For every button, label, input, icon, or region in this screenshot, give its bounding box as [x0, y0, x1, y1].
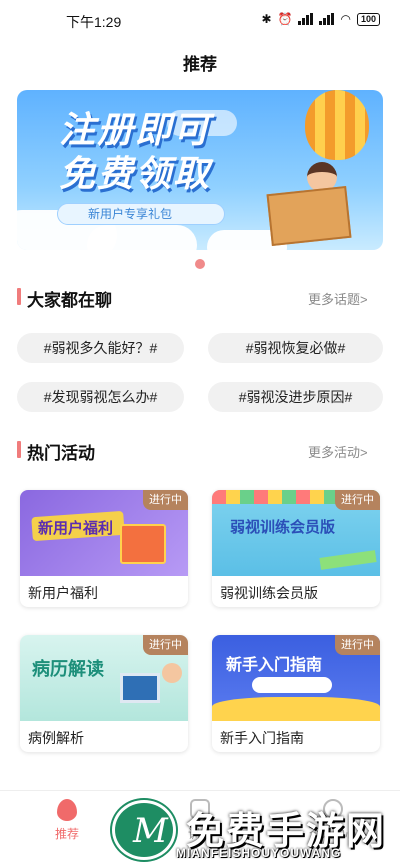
- topic-chip[interactable]: #弱视没进步原因#: [208, 382, 383, 412]
- watermark-logo: M: [112, 800, 176, 860]
- promo-banner[interactable]: 注册即可 免费领取 新用户专享礼包: [17, 90, 383, 250]
- alarm-icon: ⏰: [277, 12, 293, 26]
- status-badge: 进行中: [335, 635, 380, 655]
- activity-card-label: 新手入门指南: [220, 730, 304, 746]
- battery-icon: 100: [356, 12, 380, 26]
- nav-item-recommend[interactable]: 推荐: [32, 799, 102, 842]
- flame-icon: [57, 799, 77, 821]
- activity-card-label: 弱视训练会员版: [220, 585, 318, 601]
- status-bar: 下午1:29 ✱ ⏰ ◠ 100: [0, 0, 400, 42]
- topic-chip[interactable]: #弱视多久能好？#: [17, 333, 184, 363]
- topic-chip[interactable]: #发现弱视怎么办#: [17, 382, 184, 412]
- doctor-illustration: [162, 663, 182, 683]
- gift-box-icon: [120, 524, 166, 564]
- status-time: 下午1:29: [66, 14, 122, 30]
- page-title: 推荐: [183, 55, 217, 74]
- bluetooth-icon: ✱: [261, 12, 272, 26]
- monitor-icon: [120, 673, 160, 703]
- section-accent-bar: [17, 441, 21, 458]
- activity-card-beginner-guide[interactable]: 新手入门指南 进行中 新手入门指南: [212, 635, 380, 752]
- status-badge: 进行中: [143, 635, 188, 655]
- signal-icon-2: [319, 13, 335, 25]
- activity-card-label: 病例解析: [28, 730, 84, 746]
- carousel-indicator: [195, 259, 205, 269]
- people-illustration: [212, 697, 380, 721]
- activity-card-membership[interactable]: 弱视训练会员版 进行中 弱视训练会员版: [212, 490, 380, 607]
- status-badge: 进行中: [143, 490, 188, 510]
- topic-chip[interactable]: #弱视恢复必做#: [208, 333, 383, 363]
- cardboard-box-illustration: [266, 185, 352, 247]
- activity-section-title: 热门活动: [27, 444, 95, 463]
- watermark-subtitle: MIANFEISHOUYOUWANG: [176, 846, 342, 860]
- activity-card-new-user[interactable]: 新用户福利 进行中 新用户福利: [20, 490, 188, 607]
- ruler-icon: [319, 550, 377, 570]
- more-topics-link[interactable]: 更多话题>: [308, 289, 368, 308]
- chat-section-title: 大家都在聊: [27, 291, 112, 310]
- banner-title: 注册即可 免费领取: [59, 109, 212, 194]
- activity-card-label: 新用户福利: [28, 585, 98, 601]
- banner-pill: 新用户专享礼包: [57, 203, 225, 225]
- status-icons: ✱ ⏰ ◠ 100: [261, 12, 380, 26]
- activity-card-case-study[interactable]: 病历解读 进行中 病例解析: [20, 635, 188, 752]
- wifi-icon: ◠: [340, 12, 351, 26]
- status-badge: 进行中: [335, 490, 380, 510]
- section-accent-bar: [17, 288, 21, 305]
- hot-air-balloon-illustration: [305, 90, 369, 160]
- signal-icon: [298, 13, 314, 25]
- more-activities-link[interactable]: 更多活动>: [308, 442, 368, 461]
